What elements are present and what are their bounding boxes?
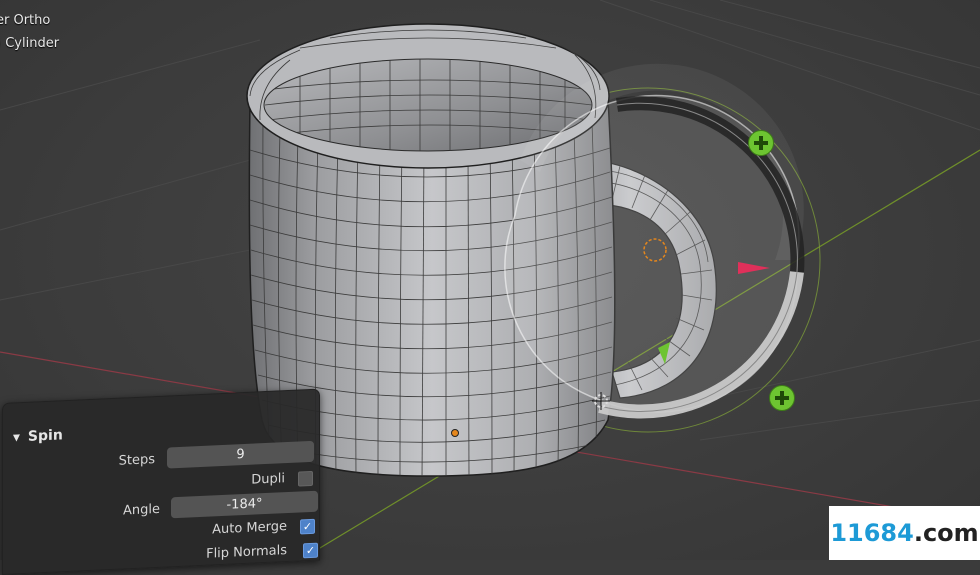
triangle-down-icon[interactable]: ▼ xyxy=(13,433,20,443)
angle-field[interactable]: -184° xyxy=(171,490,318,519)
dupli-label: Dupli xyxy=(251,471,285,488)
object-origin-dot xyxy=(451,429,459,437)
watermark-domain: .com xyxy=(913,519,979,547)
spin-operator-panel[interactable]: ▼ Spin Steps 9 Dupli Angle -184° Auto Mer… xyxy=(2,388,320,575)
auto-merge-checkbox[interactable]: ✓ xyxy=(300,518,315,535)
spin-panel-header[interactable]: ▼ Spin xyxy=(13,427,63,445)
angle-label: Angle xyxy=(123,501,160,519)
auto-merge-label: Auto Merge xyxy=(212,519,287,538)
spin-panel-title: Spin xyxy=(27,427,63,445)
spin-add-bottom-plus-icon[interactable] xyxy=(769,385,795,411)
spin-gizmo[interactable] xyxy=(504,63,805,419)
watermark-digits: 11684 xyxy=(830,519,914,547)
spin-add-top-plus-icon[interactable] xyxy=(748,130,774,156)
view-mode-label: er Ortho xyxy=(0,13,51,28)
flip-normals-checkbox[interactable]: ✓ xyxy=(303,542,318,559)
steps-field[interactable]: 9 xyxy=(167,440,314,469)
steps-label: Steps xyxy=(118,452,155,469)
watermark-logo: 11684.com xyxy=(829,506,980,560)
active-object-label: ) Cylinder xyxy=(0,36,60,51)
dupli-checkbox[interactable] xyxy=(298,470,313,487)
